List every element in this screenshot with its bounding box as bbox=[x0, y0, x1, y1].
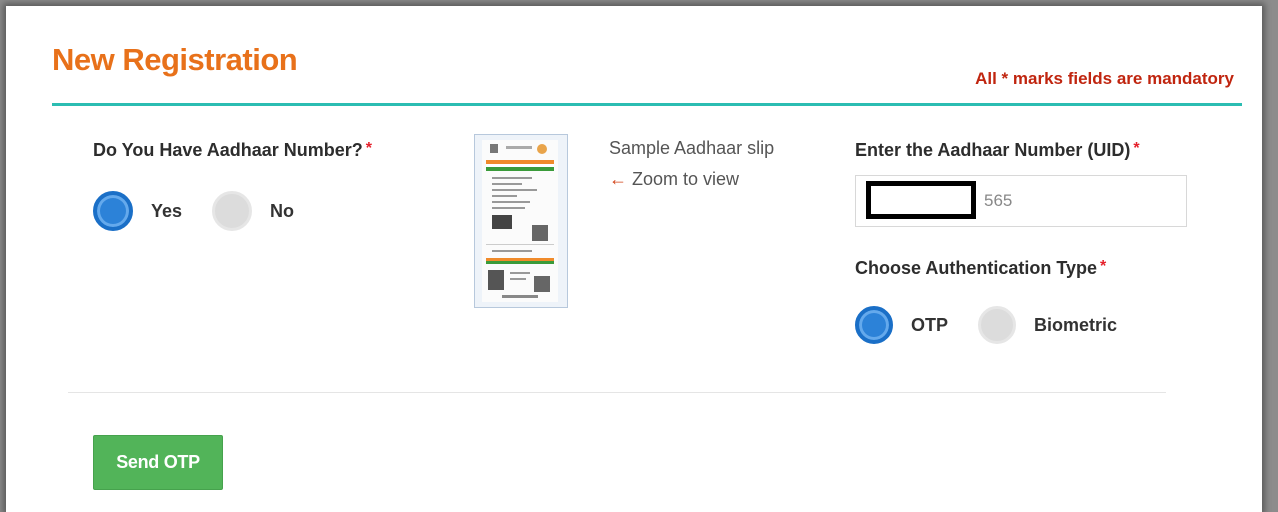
radio-biometric-label[interactable]: Biometric bbox=[1034, 315, 1117, 336]
zoom-to-view-text: Zoom to view bbox=[632, 169, 740, 189]
page-title: New Registration bbox=[52, 42, 298, 77]
uid-label-text: Enter the Aadhaar Number (UID) bbox=[855, 140, 1131, 160]
section-divider bbox=[68, 392, 1166, 393]
header-divider bbox=[52, 103, 1242, 106]
radio-otp[interactable] bbox=[855, 306, 893, 344]
radio-no[interactable] bbox=[212, 191, 253, 231]
sample-slip-caption: Sample Aadhaar slip bbox=[609, 138, 775, 158]
redaction-box bbox=[866, 181, 976, 219]
arrow-left-icon: ← bbox=[609, 169, 627, 189]
radio-no-label[interactable]: No bbox=[270, 201, 294, 222]
required-mark: * bbox=[1133, 140, 1140, 157]
aadhaar-question-text: Do You Have Aadhaar Number? bbox=[93, 140, 363, 160]
send-otp-button[interactable]: Send OTP bbox=[93, 435, 223, 490]
slip-illustration bbox=[486, 144, 554, 298]
auth-type-label: Choose Authentication Type * bbox=[855, 258, 1106, 279]
mandatory-note: All * marks fields are mandatory bbox=[975, 69, 1234, 88]
aadhaar-radio-group: Yes No bbox=[93, 191, 324, 231]
zoom-to-view-link[interactable]: ← Zoom to view bbox=[609, 169, 739, 190]
slip-paper bbox=[482, 140, 558, 302]
radio-biometric[interactable] bbox=[978, 306, 1017, 344]
required-mark: * bbox=[1100, 258, 1107, 275]
auth-type-radio-group: OTP Biometric bbox=[855, 306, 1147, 344]
aadhaar-question-label: Do You Have Aadhaar Number? * bbox=[93, 140, 372, 161]
radio-yes[interactable] bbox=[93, 191, 133, 231]
auth-type-label-text: Choose Authentication Type bbox=[855, 258, 1098, 278]
required-mark: * bbox=[365, 140, 372, 157]
uid-label: Enter the Aadhaar Number (UID) * bbox=[855, 140, 1140, 161]
sample-aadhaar-slip-thumbnail[interactable] bbox=[474, 134, 568, 308]
radio-yes-label[interactable]: Yes bbox=[151, 201, 182, 222]
radio-otp-label[interactable]: OTP bbox=[911, 315, 948, 336]
